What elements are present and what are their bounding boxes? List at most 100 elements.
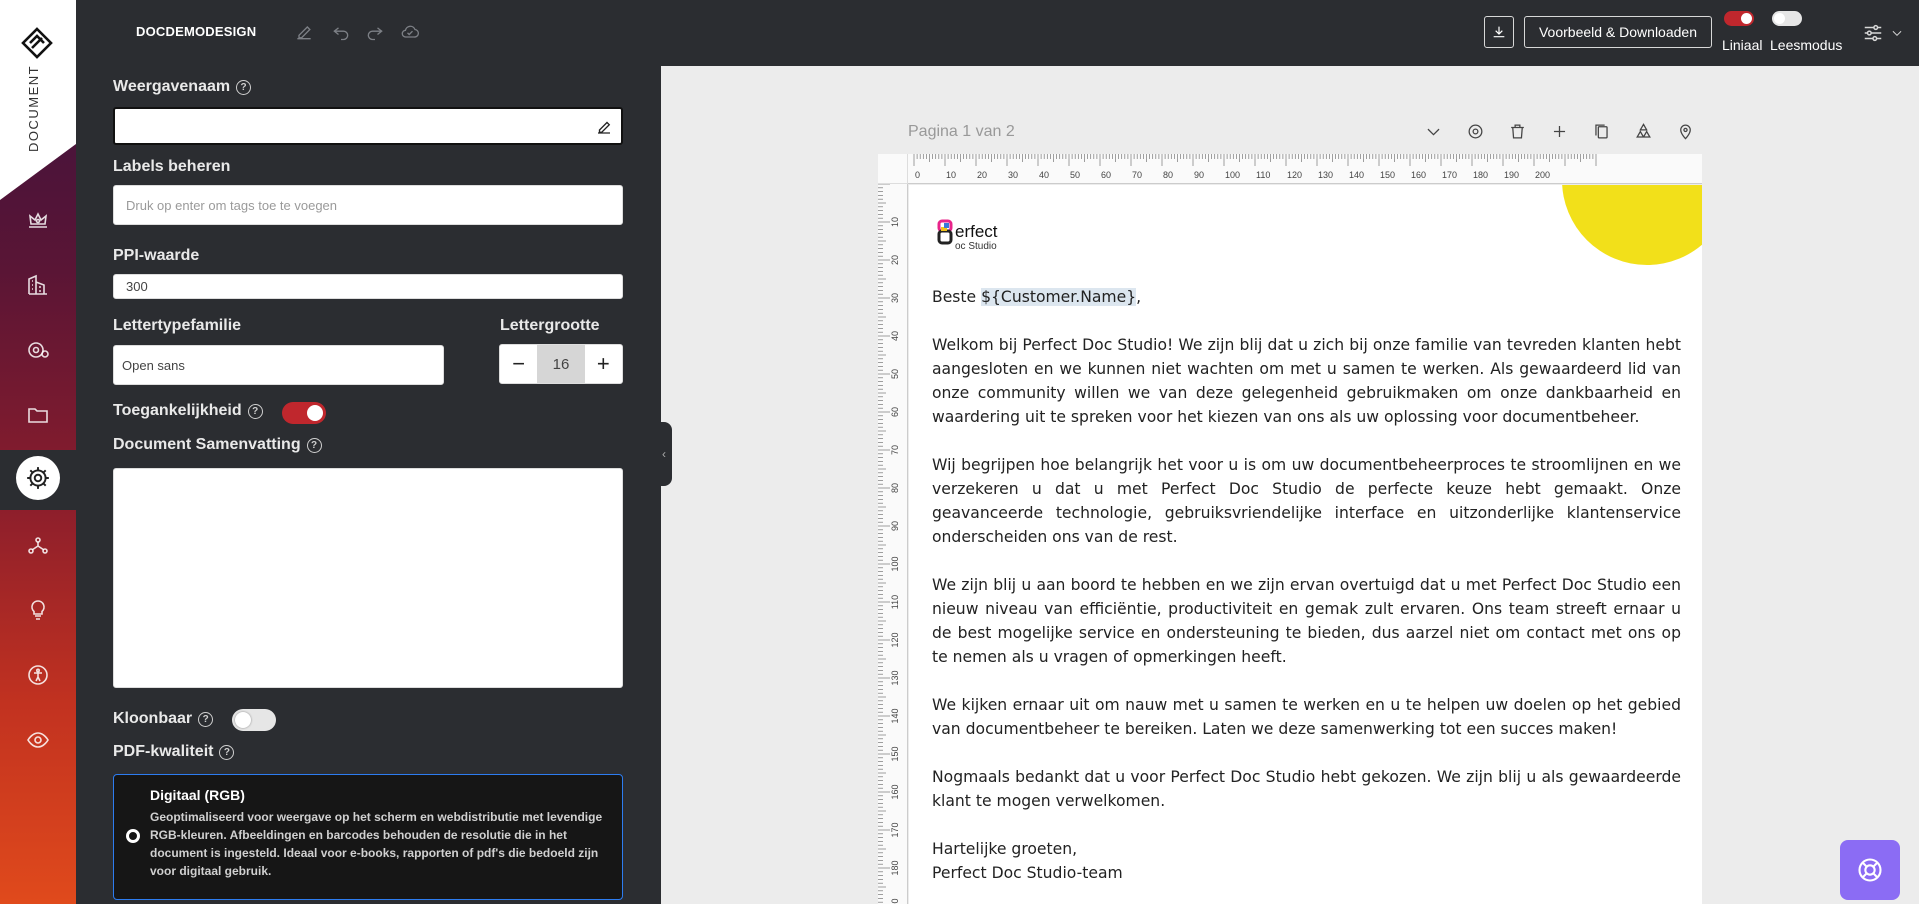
document-body[interactable]: Beste ${Customer.Name}, Welkom bij Perfe… — [932, 285, 1681, 885]
tags-input[interactable]: Druk op enter om tags toe te voegen — [113, 185, 623, 225]
chevron-down-icon — [1892, 30, 1902, 36]
app-logo-icon[interactable] — [20, 26, 54, 60]
cloneable-toggle-knob — [235, 712, 251, 728]
rail-item-templates[interactable] — [22, 269, 54, 301]
display-name-field[interactable] — [113, 107, 623, 145]
ruler-label: 60 — [1101, 170, 1111, 180]
folder-icon — [28, 408, 48, 423]
display-name-label-text: Weergavenaam — [113, 78, 231, 95]
redo-button[interactable] — [363, 20, 387, 44]
download-button[interactable] — [1484, 16, 1514, 48]
pdf-quality-option-digital[interactable]: Digitaal (RGB) Geoptimaliseerd voor weer… — [113, 774, 623, 900]
help-icon[interactable]: ? — [306, 437, 322, 453]
ruler-label: 50 — [1070, 170, 1080, 180]
paragraph-3[interactable]: We zijn blij u aan boord te hebben en we… — [932, 573, 1681, 669]
pdf-option-description: Geoptimaliseerd voor weergave op het sch… — [150, 810, 603, 878]
undo-icon — [333, 27, 349, 41]
cloneable-label: Kloonbaar ? — [113, 710, 214, 728]
help-icon[interactable]: ? — [236, 79, 252, 95]
help-support-button[interactable] — [1840, 840, 1900, 900]
logo-text-bottom: oc Studio — [955, 241, 997, 252]
ruler-label: 160 — [1411, 170, 1426, 180]
ruler-label: 160 — [890, 784, 900, 799]
paragraph-2[interactable]: Wij begrijpen hoe belangrijk het voor u … — [932, 453, 1681, 549]
document-page[interactable]: erfect oc Studio Beste ${Customer.Name},… — [909, 185, 1702, 904]
page-location-button[interactable] — [1664, 118, 1706, 144]
rail-item-ideas[interactable] — [22, 594, 54, 626]
font-size-value: 16 — [537, 345, 585, 383]
rail-item-brand[interactable] — [22, 204, 54, 236]
read-mode-toggle[interactable] — [1772, 11, 1802, 26]
ruler-corner — [878, 154, 908, 184]
rail-item-files[interactable] — [22, 399, 54, 431]
signature[interactable]: Perfect Doc Studio-team — [932, 861, 1681, 885]
salutation[interactable]: Beste ${Customer.Name}, — [932, 285, 1681, 309]
cloud-check-icon — [401, 25, 419, 38]
font-size-label: Lettergrootte — [500, 317, 600, 335]
ruler-label: 50 — [890, 369, 900, 379]
font-size-stepper[interactable]: − 16 + — [499, 344, 623, 384]
increase-font-size-button[interactable]: + — [585, 345, 622, 383]
ruler-label: 100 — [890, 556, 900, 571]
accessibility-toggle-knob — [307, 405, 323, 421]
add-page-button[interactable] — [1538, 118, 1580, 144]
rail-item-workflow[interactable] — [22, 529, 54, 561]
buildings-icon — [28, 274, 47, 295]
paragraph-5[interactable]: Nogmaals bedankt dat u voor Perfect Doc … — [932, 765, 1681, 813]
preview-download-button[interactable]: Voorbeeld & Downloaden — [1524, 16, 1712, 48]
page-collapse-button[interactable] — [1412, 118, 1454, 144]
ruler-label: 60 — [890, 407, 900, 417]
page-workflow-button[interactable] — [1622, 118, 1664, 144]
rail-item-settings[interactable] — [16, 456, 60, 500]
decrease-font-size-button[interactable]: − — [500, 345, 537, 383]
ruler-label: 40 — [890, 331, 900, 341]
collapse-panel-button[interactable]: ‹ — [656, 422, 672, 486]
rail-item-data[interactable] — [22, 334, 54, 366]
document-title: DOCDEMODESIGN — [136, 24, 257, 39]
paragraph-1[interactable]: Welkom bij Perfect Doc Studio! We zijn b… — [932, 333, 1681, 429]
cloneable-label-text: Kloonbaar — [113, 710, 193, 727]
save-cloud-button[interactable] — [398, 20, 422, 44]
ruler-label: 120 — [1287, 170, 1302, 180]
cloneable-toggle[interactable] — [232, 709, 276, 731]
paragraph-4[interactable]: We kijken ernaar uit om nauw met u samen… — [932, 693, 1681, 741]
pdf-quality-radio[interactable] — [126, 829, 140, 843]
rail-item-accessibility[interactable] — [22, 659, 54, 691]
customer-name-variable[interactable]: ${Customer.Name} — [981, 288, 1137, 306]
ruler-toggle[interactable] — [1724, 11, 1754, 26]
gear-icon — [27, 467, 49, 489]
font-family-value: Open sans — [122, 357, 185, 373]
settings-menu-button[interactable] — [1862, 20, 1906, 46]
edit-title-button[interactable] — [292, 20, 316, 44]
help-icon[interactable]: ? — [219, 744, 235, 760]
help-icon[interactable]: ? — [198, 711, 214, 727]
ppi-input[interactable]: 300 — [113, 274, 623, 299]
eye-icon — [27, 732, 49, 748]
ruler-label: 200 — [1535, 170, 1550, 180]
rail-item-preview[interactable] — [22, 724, 54, 756]
font-family-label-text: Lettertypefamilie — [113, 317, 242, 334]
salutation-prefix: Beste — [932, 288, 982, 306]
delete-page-button[interactable] — [1496, 118, 1538, 144]
help-icon[interactable]: ? — [247, 403, 263, 419]
chevron-down-icon — [1427, 128, 1439, 136]
undo-button[interactable] — [329, 20, 353, 44]
font-family-select[interactable]: Open sans — [113, 345, 444, 385]
pencil-icon[interactable] — [595, 118, 613, 136]
labels-label: Labels beheren — [113, 158, 230, 176]
decorative-shape — [1562, 185, 1702, 265]
settings-panel: Weergavenaam ? Labels beheren Druk op en… — [76, 66, 661, 904]
accessibility-label: Toegankelijkheid ? — [113, 402, 263, 420]
pencil-icon — [297, 26, 311, 40]
ruler-label: 180 — [890, 860, 900, 875]
closing[interactable]: Hartelijke groeten, — [932, 837, 1681, 861]
page-settings-button[interactable] — [1454, 118, 1496, 144]
summary-textarea[interactable] — [113, 468, 623, 688]
map-pin-icon — [1679, 124, 1691, 140]
ruler-label: 70 — [1132, 170, 1142, 180]
ruler-label: 80 — [1163, 170, 1173, 180]
ruler-label: 170 — [890, 822, 900, 837]
salutation-suffix: , — [1136, 288, 1142, 306]
accessibility-toggle[interactable] — [282, 402, 326, 424]
duplicate-page-button[interactable] — [1580, 118, 1622, 144]
